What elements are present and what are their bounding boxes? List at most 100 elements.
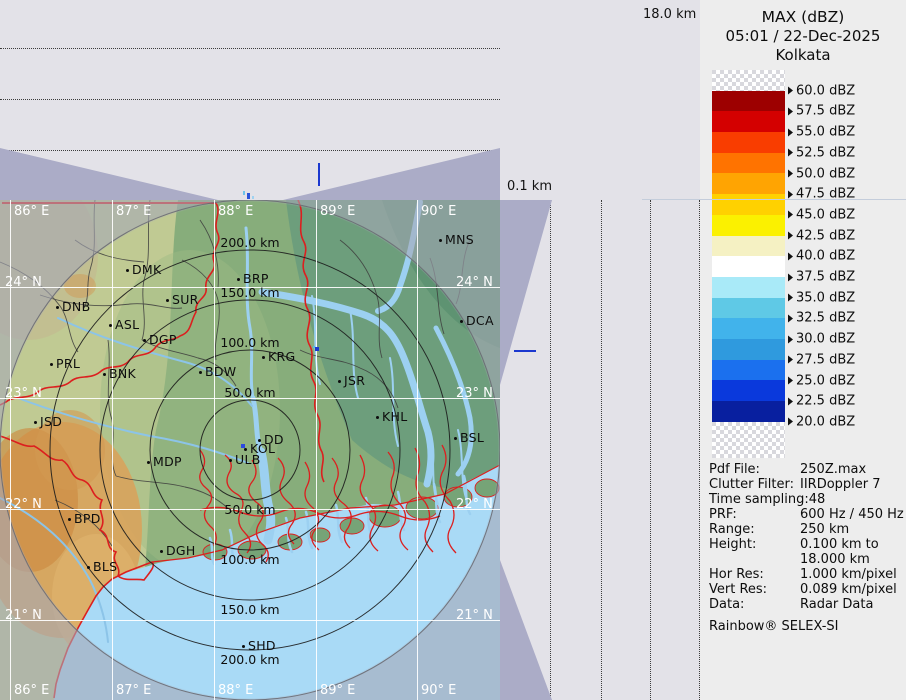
city-marker-KRG <box>262 356 265 359</box>
legend-band <box>712 422 785 458</box>
city-marker-DCA <box>460 320 463 323</box>
city-label-KRG: KRG <box>268 349 295 364</box>
station-name: Kolkata <box>700 46 906 64</box>
tick-arrow-icon <box>788 190 793 198</box>
city-label-BSL: BSL <box>460 430 484 445</box>
tick-label: 40.0 dBZ <box>796 249 855 264</box>
city-marker-PRL <box>50 363 53 366</box>
radar-echo <box>313 346 315 348</box>
lon-label-top: 87° E <box>116 204 151 219</box>
min-height-label: 0.1 km <box>507 179 552 194</box>
info-label <box>709 552 800 567</box>
lon-gridline <box>214 200 215 700</box>
ring-label-top: 150.0 km <box>220 285 279 300</box>
top-profile-echoes <box>0 0 500 200</box>
ring-label-bottom: 200.0 km <box>220 652 279 667</box>
city-label-JSD: JSD <box>40 414 62 429</box>
tick-arrow-icon <box>788 232 793 240</box>
top-height-projection-panel <box>0 0 500 200</box>
legend-band <box>712 256 785 277</box>
tick-label: 20.0 dBZ <box>796 414 855 429</box>
info-value: 48 <box>809 492 826 507</box>
legend-band <box>712 401 785 422</box>
legend-band <box>712 339 785 360</box>
info-label: Vert Res: <box>709 582 800 597</box>
city-marker-SHD <box>242 645 245 648</box>
tick-label: 45.0 dBZ <box>796 207 855 222</box>
tick-label: 50.0 dBZ <box>796 166 855 181</box>
tick-label: 30.0 dBZ <box>796 332 855 347</box>
legend-tick: 60.0 dBZ <box>788 83 855 98</box>
info-row: Time sampling:48 <box>709 492 905 507</box>
info-value: 0.100 km to <box>800 537 879 552</box>
info-label: Data: <box>709 597 800 612</box>
info-row: 18.000 km <box>709 552 905 567</box>
tick-arrow-icon <box>788 87 793 95</box>
radar-echo <box>514 350 536 352</box>
city-label-PRL: PRL <box>56 356 80 371</box>
lon-label-bottom: 86° E <box>14 683 49 698</box>
city-marker-ULB <box>229 459 232 462</box>
city-marker-MNS <box>439 239 442 242</box>
tick-label: 27.5 dBZ <box>796 352 855 367</box>
tick-label: 52.5 dBZ <box>796 145 855 160</box>
city-marker-ASL <box>109 324 112 327</box>
tick-label: 25.0 dBZ <box>796 373 855 388</box>
info-value: 0.089 km/pixel <box>800 582 897 597</box>
lon-label-bottom: 88° E <box>218 683 253 698</box>
tick-label: 60.0 dBZ <box>796 83 855 98</box>
info-value: 18.000 km <box>800 552 870 567</box>
info-row: PRF:600 Hz / 450 Hz <box>709 507 905 522</box>
lon-label-top: 88° E <box>218 204 253 219</box>
tick-label: 57.5 dBZ <box>796 104 855 119</box>
city-marker-BSL <box>454 437 457 440</box>
side-height-projection-panel <box>500 200 700 700</box>
info-label: Time sampling: <box>709 492 809 507</box>
city-label-MNS: MNS <box>445 232 474 247</box>
lon-label-bottom: 87° E <box>116 683 151 698</box>
legend-tick: 55.0 dBZ <box>788 125 855 140</box>
city-marker-BNK <box>103 373 106 376</box>
map-overlay: 86° E86° E87° E87° E88° E88° E89° E89° E… <box>0 200 500 700</box>
lon-label-bottom: 90° E <box>421 683 456 698</box>
side-profile-echoes <box>500 200 700 700</box>
lat-label-left: 22° N <box>5 497 42 512</box>
city-marker-DGH <box>160 550 163 553</box>
software-brand: Rainbow® SELEX-SI <box>709 619 839 634</box>
info-value: 600 Hz / 450 Hz <box>800 507 904 522</box>
lon-gridline <box>316 200 317 700</box>
info-value: IIRDoppler 7 <box>800 477 881 492</box>
legend-band <box>712 132 785 153</box>
radar-echo <box>252 196 254 199</box>
ring-label-top: 50.0 km <box>224 385 275 400</box>
tick-label: 32.5 dBZ <box>796 311 855 326</box>
city-label-ULB: ULB <box>235 452 261 467</box>
tick-arrow-icon <box>788 128 793 136</box>
ring-label-top: 200.0 km <box>220 235 279 250</box>
info-value: 250Z.max <box>800 462 866 477</box>
radar-map[interactable]: 86° E86° E87° E87° E88° E88° E89° E89° E… <box>0 200 500 700</box>
legend-tick: 25.0 dBZ <box>788 373 855 388</box>
info-row: Clutter Filter:IIRDoppler 7 <box>709 477 905 492</box>
city-label-BDW: BDW <box>205 364 236 379</box>
city-label-JSR: JSR <box>344 373 365 388</box>
radar-echo <box>318 163 320 186</box>
legend-tick: 35.0 dBZ <box>788 290 855 305</box>
tick-arrow-icon <box>788 273 793 281</box>
product-info: Pdf File:250Z.maxClutter Filter:IIRDoppl… <box>709 462 905 612</box>
lat-label-left: 24° N <box>5 275 42 290</box>
tick-arrow-icon <box>788 356 793 364</box>
tick-label: 35.0 dBZ <box>796 290 855 305</box>
info-row: Height:0.100 km to <box>709 537 905 552</box>
legend-band <box>712 111 785 132</box>
max-height-label: 18.0 km <box>643 7 696 22</box>
city-marker-BPD <box>68 518 71 521</box>
product-datetime: 05:01 / 22-Dec-2025 <box>700 27 906 45</box>
city-marker-DNB <box>56 306 59 309</box>
city-label-ASL: ASL <box>115 317 139 332</box>
info-row: Data:Radar Data <box>709 597 905 612</box>
info-value: 250 km <box>800 522 849 537</box>
city-marker-KOL <box>244 448 247 451</box>
city-label-SHD: SHD <box>248 638 276 653</box>
city-label-SUR: SUR <box>172 292 199 307</box>
